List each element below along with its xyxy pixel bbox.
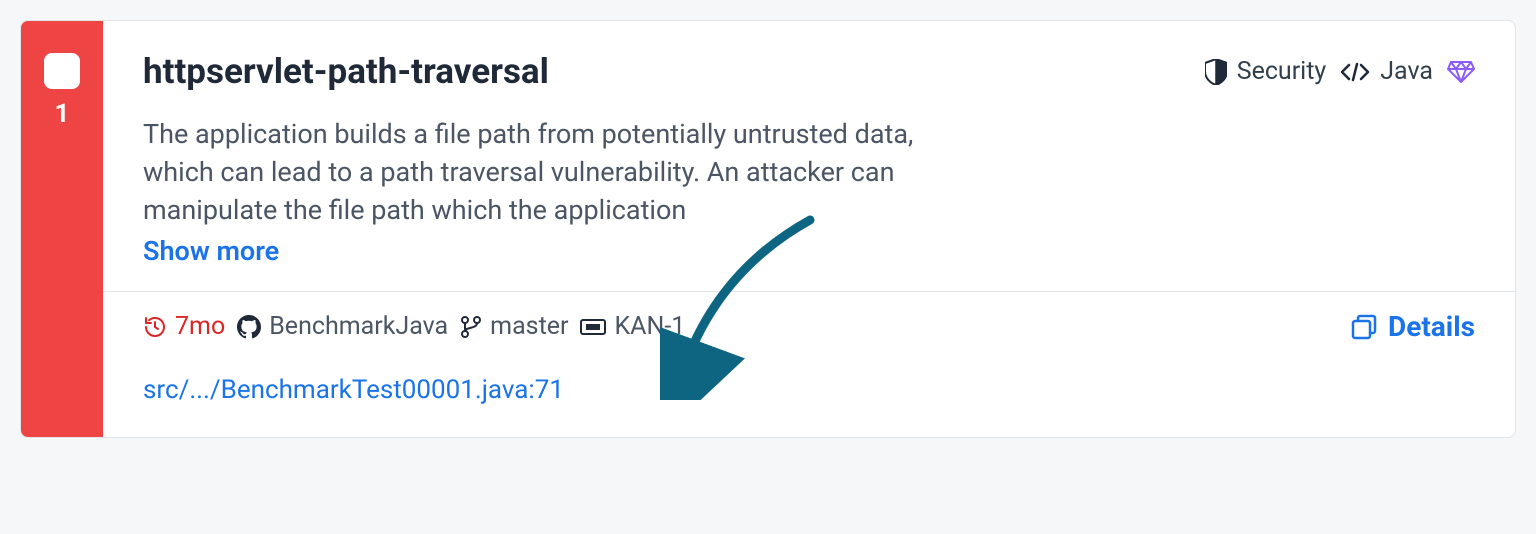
branch-icon [460,315,482,339]
github-icon [237,315,261,339]
card-content: httpservlet-path-traversal [103,21,1515,437]
select-checkbox[interactable] [44,53,80,89]
tag-group: Security Java [1205,57,1475,86]
code-icon [1340,62,1370,82]
details-label: Details [1388,310,1475,343]
window-icon [1350,313,1378,341]
file-path-link[interactable]: src/.../BenchmarkTest00001.java:71 [143,375,1475,405]
finding-count: 1 [55,99,70,129]
language-tag-label: Java [1380,57,1433,86]
language-tag: Java [1340,57,1433,86]
age-meta: 7mo [143,312,225,341]
ticket-icon [580,317,606,337]
repo-label: BenchmarkJava [269,312,448,341]
ticket-meta: KAN-1 [580,312,685,341]
finding-description: The application builds a file path from … [143,116,923,229]
finding-title: httpservlet-path-traversal [143,51,549,92]
repo-meta: BenchmarkJava [237,312,448,341]
diamond-icon [1447,60,1475,84]
show-more-link[interactable]: Show more [143,235,1475,267]
history-icon [143,315,167,339]
ticket-label: KAN-1 [614,312,685,341]
branch-meta: master [460,312,568,341]
shield-icon [1205,59,1227,85]
security-tag-label: Security [1237,57,1327,86]
finding-card: 1 httpservlet-path-traversal [20,20,1516,438]
details-button[interactable]: Details [1350,310,1475,343]
severity-sidebar: 1 [21,21,103,437]
meta-row: 7mo BenchmarkJava [143,312,685,341]
security-tag: Security [1205,57,1327,86]
branch-label: master [490,312,568,341]
age-label: 7mo [175,312,225,341]
